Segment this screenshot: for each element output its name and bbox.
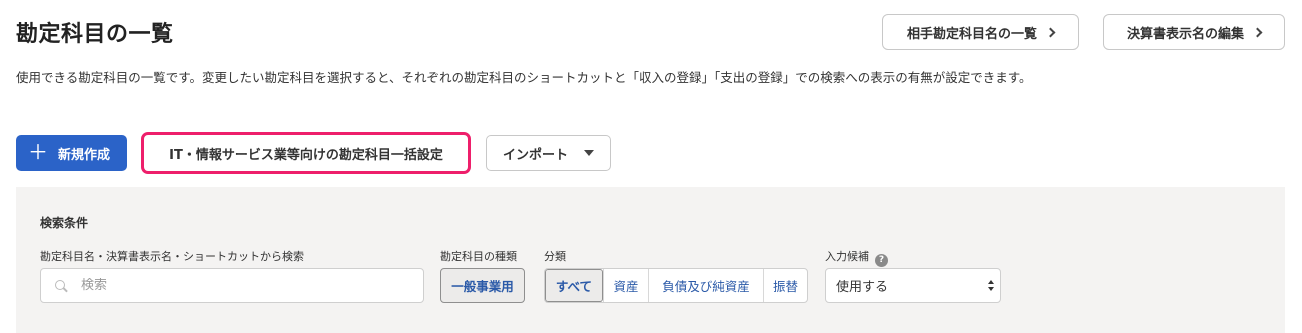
account-type-toggle[interactable]: 一般事業用 bbox=[440, 268, 525, 303]
new-account-button[interactable]: ＋ 新規作成 bbox=[16, 135, 127, 171]
partner-account-names-button[interactable]: 相手勘定科目名の一覧 bbox=[882, 14, 1079, 50]
edit-report-names-label: 決算書表示名の編集 bbox=[1126, 26, 1244, 42]
chevron-right-icon bbox=[1252, 27, 1263, 37]
partner-account-names-label: 相手勘定科目名の一覧 bbox=[906, 26, 1037, 42]
keyword-search-field[interactable] bbox=[40, 268, 424, 303]
page-description: 使用できる勘定科目の一覧です。変更したい勘定科目を選択すると、それぞれの勘定科目… bbox=[16, 70, 1032, 85]
it-bulk-setting-button[interactable]: IT・情報サービス業等向けの勘定科目一括設定 bbox=[141, 132, 471, 174]
it-bulk-setting-label: IT・情報サービス業等向けの勘定科目一括設定 bbox=[169, 147, 443, 163]
category-segmented-control: すべて 資産 負債及び純資産 振替 bbox=[544, 268, 808, 303]
account-type-label: 勘定科目の種類 bbox=[440, 250, 517, 263]
select-arrows-icon bbox=[988, 280, 994, 292]
new-account-label: 新規作成 bbox=[58, 147, 111, 163]
plus-icon: ＋ bbox=[28, 140, 48, 164]
category-all[interactable]: すべて bbox=[545, 269, 603, 302]
search-icon bbox=[55, 279, 67, 292]
page-title: 勘定科目の一覧 bbox=[16, 22, 174, 47]
input-candidate-label-text: 入力候補 bbox=[825, 250, 869, 263]
search-conditions-panel: 検索条件 勘定科目名・決算書表示名・ショートカットから検索 勘定科目の種類 分類… bbox=[16, 187, 1285, 333]
category-liabilities-net-assets[interactable]: 負債及び純資産 bbox=[648, 269, 763, 302]
caret-down-icon bbox=[584, 150, 595, 156]
import-label: インポート bbox=[503, 147, 569, 163]
chevron-right-icon bbox=[1045, 27, 1056, 37]
category-transfer[interactable]: 振替 bbox=[763, 269, 807, 302]
input-candidate-label: 入力候補? bbox=[825, 248, 888, 267]
input-candidate-select[interactable]: 使用する bbox=[825, 268, 1001, 303]
category-label: 分類 bbox=[544, 250, 566, 263]
keyword-search-label: 勘定科目名・決算書表示名・ショートカットから検索 bbox=[40, 250, 304, 263]
edit-report-names-button[interactable]: 決算書表示名の編集 bbox=[1103, 14, 1285, 50]
category-assets[interactable]: 資産 bbox=[603, 269, 648, 302]
keyword-search-input[interactable] bbox=[81, 278, 401, 293]
search-conditions-title: 検索条件 bbox=[40, 216, 89, 230]
input-candidate-value: 使用する bbox=[836, 280, 889, 295]
import-dropdown-button[interactable]: インポート bbox=[486, 135, 611, 171]
help-icon[interactable]: ? bbox=[875, 253, 888, 267]
